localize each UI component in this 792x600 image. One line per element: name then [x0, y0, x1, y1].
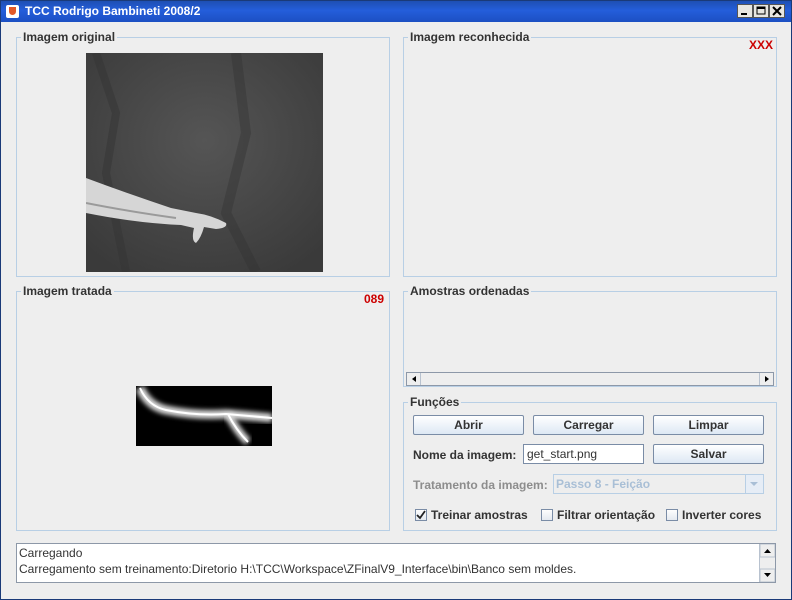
image-name-field[interactable] [523, 444, 644, 464]
filter-orientation-label[interactable]: Filtrar orientação [557, 508, 655, 522]
train-samples-checkbox[interactable] [415, 509, 427, 521]
recognized-code: XXX [748, 38, 773, 52]
treated-code: 089 [363, 292, 384, 306]
functions-panel: Funções Abrir Carregar Limpar Nome da im… [403, 395, 777, 531]
recognized-image-title: Imagem reconhecida [408, 30, 532, 44]
scroll-right-arrow-icon[interactable] [759, 373, 773, 385]
invert-colors-checkbox[interactable] [666, 509, 678, 521]
application-window: TCC Rodrigo Bambineti 2008/2 Imagem orig… [0, 0, 792, 600]
samples-title: Amostras ordenadas [408, 284, 532, 298]
chevron-down-icon[interactable] [745, 475, 763, 493]
treated-image-panel: Imagem tratada 089 [16, 284, 390, 531]
save-button[interactable]: Salvar [653, 444, 764, 464]
image-name-label: Nome da imagem: [413, 448, 517, 462]
title-bar[interactable]: TCC Rodrigo Bambineti 2008/2 [1, 1, 791, 22]
samples-panel: Amostras ordenadas [403, 284, 777, 387]
recognized-image-panel: Imagem reconhecida XXX [403, 30, 777, 277]
load-button[interactable]: Carregar [533, 415, 644, 435]
treatment-label: Tratamento da imagem: [413, 478, 548, 492]
maximize-button[interactable] [753, 4, 769, 18]
filter-orientation-checkbox[interactable] [541, 509, 553, 521]
treatment-select[interactable]: Passo 8 - Feição [553, 474, 764, 494]
java-app-icon [6, 5, 19, 18]
log-vertical-scrollbar[interactable] [759, 543, 776, 583]
log-line: Carregando [19, 546, 83, 560]
minimize-button[interactable] [737, 4, 753, 18]
functions-title: Funções [408, 395, 462, 409]
treated-image [136, 386, 272, 446]
original-image-title: Imagem original [21, 30, 118, 44]
original-image [86, 53, 323, 272]
log-console[interactable]: Carregando Carregamento sem treinamento:… [16, 543, 776, 583]
open-button[interactable]: Abrir [413, 415, 524, 435]
train-samples-label[interactable]: Treinar amostras [431, 508, 528, 522]
clear-button[interactable]: Limpar [653, 415, 764, 435]
scroll-left-arrow-icon[interactable] [407, 373, 421, 385]
samples-horizontal-scrollbar[interactable] [406, 372, 774, 386]
invert-colors-label[interactable]: Inverter cores [682, 508, 761, 522]
log-line: Carregamento sem treinamento:Diretorio H… [19, 562, 577, 576]
original-image-panel: Imagem original [16, 30, 390, 277]
window-title: TCC Rodrigo Bambineti 2008/2 [25, 4, 201, 18]
checkmark-icon [416, 510, 426, 520]
treated-image-title: Imagem tratada [21, 284, 114, 298]
treatment-selected-value: Passo 8 - Feição [556, 477, 651, 491]
close-button[interactable] [769, 4, 785, 18]
